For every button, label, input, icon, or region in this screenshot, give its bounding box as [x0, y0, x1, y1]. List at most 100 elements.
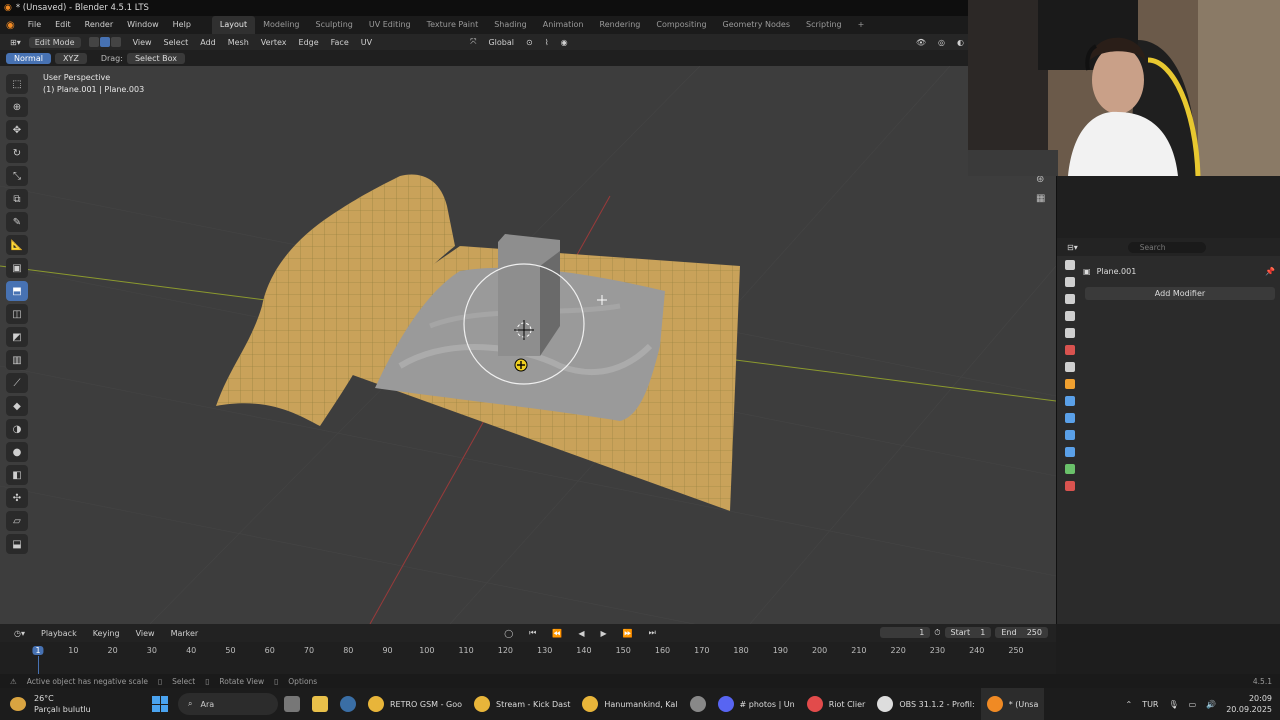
edge-slide-tool-icon[interactable]: ◧ [6, 465, 28, 485]
current-frame-marker[interactable]: 1 [32, 646, 44, 655]
move-tool-icon[interactable]: ✥ [6, 120, 28, 140]
menu-uv[interactable]: UV [357, 38, 376, 47]
tab-scripting[interactable]: Scripting [798, 16, 850, 34]
output-tab-icon[interactable] [1065, 294, 1075, 304]
taskbar-app-obs[interactable]: OBS 31.1.2 - Profil: [871, 688, 980, 720]
constraints-tab-icon[interactable] [1065, 447, 1075, 457]
tab-animation[interactable]: Animation [535, 16, 592, 34]
windows-start-icon[interactable] [152, 696, 168, 712]
shading-mode-icon[interactable]: ◐ [953, 38, 968, 47]
menu-keying[interactable]: Keying [87, 629, 126, 638]
overlays-icon[interactable]: ◎ [934, 38, 949, 47]
timeline-ruler[interactable]: 1 10 20 30 40 50 60 70 80 90 100 110 120 130 140 150 160… [0, 642, 1056, 674]
menu-mesh[interactable]: Mesh [224, 38, 253, 47]
menu-edit[interactable]: Edit [48, 16, 78, 34]
rip-tool-icon[interactable]: ⬓ [6, 534, 28, 554]
network-icon[interactable]: ▭ [1189, 700, 1197, 709]
menu-timeline-view[interactable]: View [130, 629, 161, 638]
drag-dropdown[interactable]: Select Box [126, 52, 186, 64]
annotate-tool-icon[interactable]: ✎ [6, 212, 28, 232]
jump-start-icon[interactable]: ⏮ [523, 628, 542, 638]
clock[interactable]: 20:09 20.09.2025 [1226, 693, 1272, 715]
taskbar-app-chrome-2[interactable]: Stream - Kick Dast [468, 688, 576, 720]
knife-tool-icon[interactable]: ⟋ [6, 373, 28, 393]
camera-view-icon[interactable]: ▦ [1036, 193, 1045, 204]
autokey-icon[interactable]: ◯ [498, 629, 519, 638]
jump-end-icon[interactable]: ⏭ [643, 628, 662, 638]
menu-window[interactable]: Window [120, 16, 166, 34]
properties-search-input[interactable]: Search [1127, 241, 1206, 253]
transform-tool-icon[interactable]: ⧉ [6, 189, 28, 209]
collection-tab-icon[interactable] [1065, 362, 1075, 372]
play-icon[interactable]: ▶ [595, 629, 613, 638]
chevron-up-icon[interactable]: ⌃ [1125, 700, 1132, 709]
menu-help[interactable]: Help [166, 16, 198, 34]
file-explorer-icon[interactable] [306, 688, 334, 720]
menu-add[interactable]: Add [196, 38, 220, 47]
volume-icon[interactable]: 🔊 [1206, 700, 1216, 709]
loop-cut-tool-icon[interactable]: ▥ [6, 350, 28, 370]
tool-tab-icon[interactable] [1065, 260, 1075, 270]
pivot-icon[interactable]: ⊙ [522, 38, 537, 47]
rotate-tool-icon[interactable]: ↻ [6, 143, 28, 163]
proportional-edit-icon[interactable]: ◉ [557, 38, 572, 47]
end-frame-field[interactable]: End 250 [995, 627, 1048, 638]
menu-playback[interactable]: Playback [35, 629, 83, 638]
next-keyframe-icon[interactable]: ⏩ [617, 629, 639, 638]
taskbar-search[interactable]: ⌕ Ara [178, 693, 278, 715]
3d-viewport[interactable]: ⊛ ▦ User Perspective (1) Plane.001 | Pla… [0, 66, 1056, 624]
menu-select[interactable]: Select [160, 38, 193, 47]
mic-icon[interactable]: 🎙 [1169, 700, 1179, 709]
shrink-fatten-tool-icon[interactable]: ✣ [6, 488, 28, 508]
xyz-toggle[interactable]: XYZ [54, 52, 87, 64]
edge-select-icon[interactable] [99, 37, 110, 47]
editor-type-icon[interactable]: ⊞▾ [6, 38, 25, 47]
properties-editor-icon[interactable]: ⊟▾ [1067, 243, 1078, 252]
menu-vertex[interactable]: Vertex [257, 38, 291, 47]
taskbar-app-chrome-3[interactable]: Hanumankind, Kal [576, 688, 683, 720]
view-layer-tab-icon[interactable] [1065, 311, 1075, 321]
current-frame-field[interactable]: 1 [880, 627, 931, 638]
vertex-select-icon[interactable] [88, 37, 99, 47]
face-select-icon[interactable] [110, 37, 121, 47]
scene-tab-icon[interactable] [1065, 328, 1075, 338]
outliner-panel[interactable] [1056, 176, 1280, 238]
scale-tool-icon[interactable]: ⤡ [6, 166, 28, 186]
pin-icon[interactable]: 📌 [1265, 267, 1275, 276]
tab-rendering[interactable]: Rendering [592, 16, 649, 34]
tab-compositing[interactable]: Compositing [648, 16, 714, 34]
physics-tab-icon[interactable] [1065, 430, 1075, 440]
blender-menu-icon[interactable]: ◉ [4, 20, 21, 31]
menu-face[interactable]: Face [327, 38, 353, 47]
add-modifier-button[interactable]: Add Modifier [1085, 287, 1275, 300]
transform-orientation-dropdown[interactable]: Global [484, 38, 518, 47]
weather-widget[interactable]: 26°C Parçalı bulutlu [0, 693, 120, 715]
tab-texture-paint[interactable]: Texture Paint [419, 16, 487, 34]
modifier-tab-icon[interactable] [1065, 396, 1075, 406]
object-tab-icon[interactable] [1065, 379, 1075, 389]
taskbar-app-discord[interactable]: # photos | Un [712, 688, 801, 720]
preview-range-icon[interactable]: ⏱ [934, 628, 940, 638]
taskbar-app-settings[interactable] [684, 688, 712, 720]
select-box-tool-icon[interactable]: ⬚ [6, 74, 28, 94]
measure-tool-icon[interactable]: 📐 [6, 235, 28, 255]
timeline-editor-icon[interactable]: ◷▾ [8, 629, 31, 638]
add-cube-tool-icon[interactable]: ▣ [6, 258, 28, 278]
tab-geometry-nodes[interactable]: Geometry Nodes [715, 16, 798, 34]
add-workspace-button[interactable]: + [850, 16, 873, 34]
tab-modeling[interactable]: Modeling [255, 16, 307, 34]
play-reverse-icon[interactable]: ◀ [572, 629, 590, 638]
tab-layout[interactable]: Layout [211, 16, 256, 34]
normal-toggle[interactable]: Normal [6, 52, 51, 64]
menu-marker[interactable]: Marker [165, 629, 205, 638]
prev-keyframe-icon[interactable]: ⏪ [546, 629, 568, 638]
shear-tool-icon[interactable]: ▱ [6, 511, 28, 531]
taskbar-app-chrome-1[interactable]: RETRO GSM - Goo [362, 688, 468, 720]
menu-edge[interactable]: Edge [295, 38, 323, 47]
data-tab-icon[interactable] [1065, 464, 1075, 474]
world-tab-icon[interactable] [1065, 345, 1075, 355]
inset-tool-icon[interactable]: ◫ [6, 304, 28, 324]
menu-file[interactable]: File [21, 16, 48, 34]
snap-icon[interactable]: ⌇ [541, 38, 553, 47]
steam-icon[interactable] [334, 688, 362, 720]
